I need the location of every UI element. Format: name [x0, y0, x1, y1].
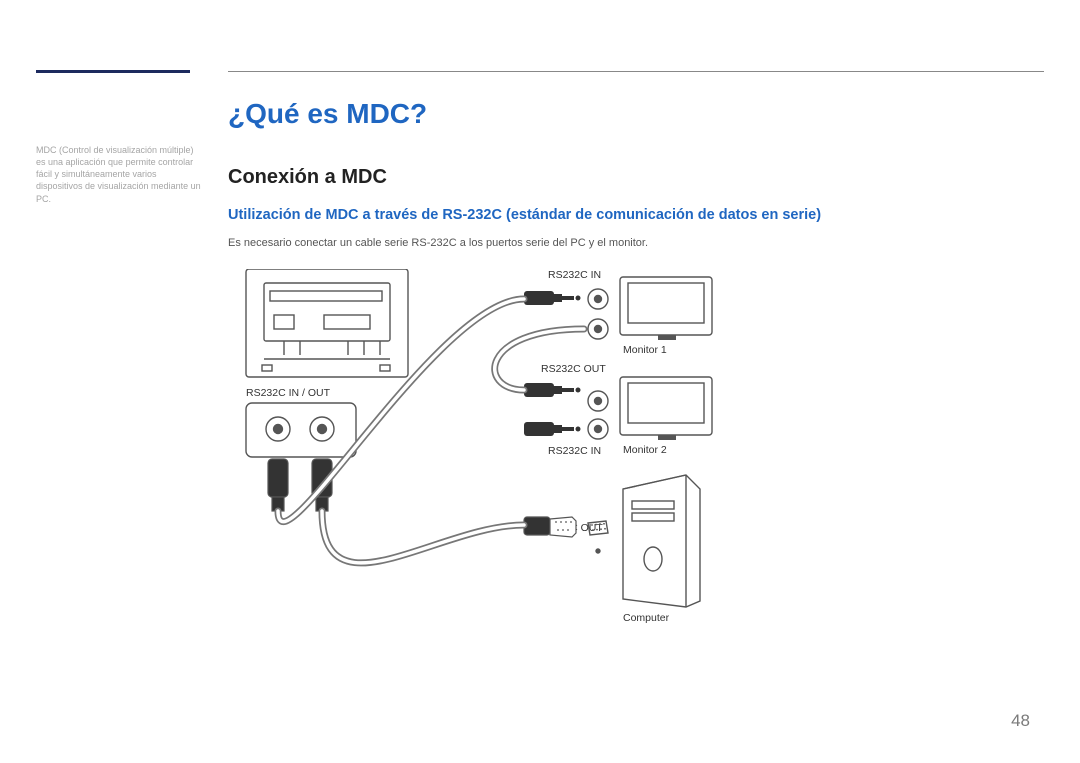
monitor2-icon: [588, 377, 712, 440]
header-divider: [228, 71, 1044, 72]
connection-diagram: RS232C IN Monitor 1 RS232C OUT RS232C IN…: [228, 269, 748, 649]
monitor-back-panel-icon: [246, 269, 408, 377]
inline-jack-mid-icon: [524, 383, 581, 397]
sidebar-definition-note: MDC (Control de visualización múltiple) …: [36, 144, 202, 205]
inline-jack-low-icon: [524, 422, 581, 436]
main-content: ¿Qué es MDC? Conexión a MDC Utilización …: [228, 98, 1030, 649]
inline-db9-plug-icon: [524, 517, 576, 537]
page-title: ¿Qué es MDC?: [228, 98, 1030, 130]
page-number: 48: [1011, 711, 1030, 731]
page-root: MDC (Control de visualización múltiple) …: [0, 0, 1080, 763]
header-accent-bar: [36, 70, 190, 73]
computer-tower-icon: [588, 475, 700, 607]
page-subtitle: Conexión a MDC: [228, 166, 1030, 189]
inline-jack-top-icon: [524, 291, 581, 305]
rs232c-port-panel-icon: [246, 403, 356, 457]
diagram-svg: [228, 269, 748, 649]
monitor1-icon: [588, 277, 712, 340]
body-paragraph: Es necesario conectar un cable serie RS-…: [228, 237, 1030, 249]
section-heading: Utilización de MDC a través de RS-232C (…: [228, 207, 1030, 223]
